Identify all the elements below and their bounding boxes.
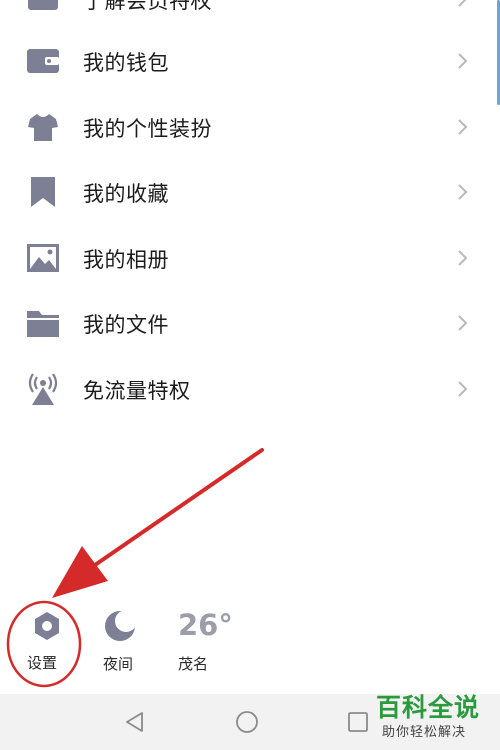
night-mode-label: 夜间 — [103, 655, 134, 673]
weather-city[interactable]: 茂名 — [178, 653, 208, 674]
watermark-title: 百科全说 — [376, 693, 481, 722]
qq-side-menu: 了解会员特权 我的钱包 我的个性装扮 我的收藏 我的相册 我的文件 免流量特权 … — [0, 0, 500, 750]
night-mode-button[interactable]: 夜间 — [100, 606, 150, 676]
home-icon[interactable] — [235, 710, 259, 734]
back-icon[interactable] — [124, 711, 146, 733]
watermark-subtitle: 助你轻松解决 — [382, 725, 467, 740]
moon-icon — [105, 610, 137, 641]
recents-icon[interactable] — [347, 711, 369, 733]
annotation-circle — [6, 600, 82, 688]
weather-temperature[interactable]: 26° — [178, 608, 233, 642]
